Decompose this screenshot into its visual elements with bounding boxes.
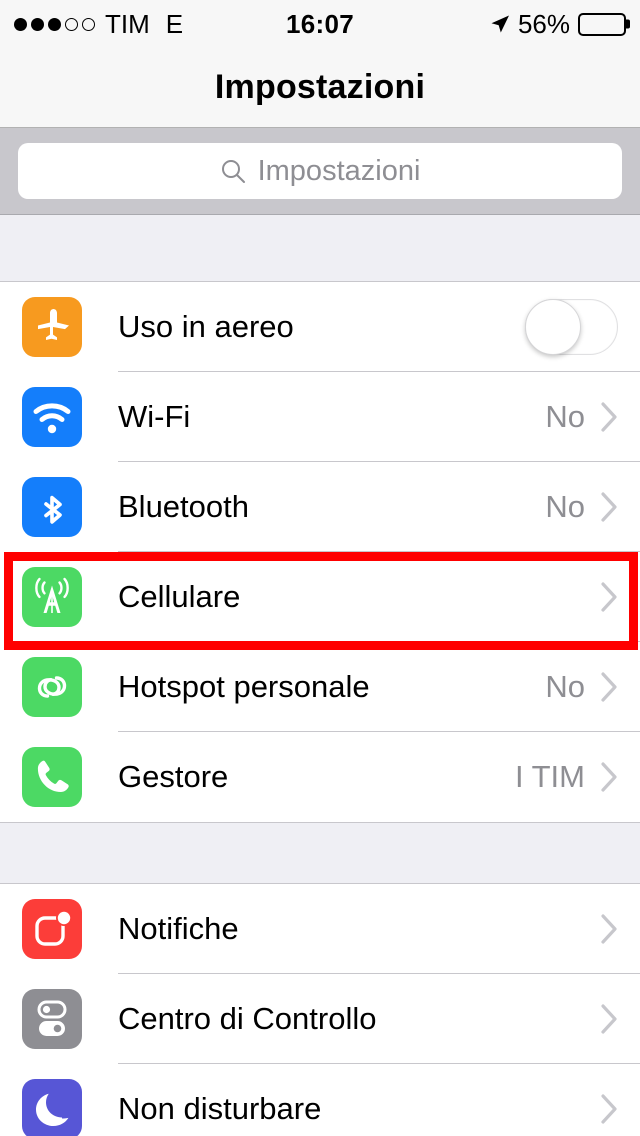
notification-badge-icon (22, 899, 82, 959)
navigation-bar: Impostazioni (0, 48, 640, 128)
chevron-right-icon (601, 672, 618, 702)
settings-row-accessory (601, 582, 618, 612)
settings-screen: TIM E 16:07 56% Impostazioni Impostazion… (0, 0, 640, 1136)
location-arrow-icon (490, 14, 510, 34)
settings-row-gestore[interactable]: Gestore I TIM (0, 732, 640, 822)
airplane-mode-toggle[interactable] (525, 299, 618, 355)
settings-row-label: Cellulare (118, 579, 240, 615)
settings-row-accessory: No (545, 489, 618, 525)
chevron-right-icon (601, 1094, 618, 1124)
settings-row-label: Centro di Controllo (118, 1001, 376, 1037)
settings-row-label: Non disturbare (118, 1091, 321, 1127)
settings-row-label: Gestore (118, 759, 228, 795)
section-gap-top (0, 215, 640, 282)
settings-row-label: Notifiche (118, 911, 239, 947)
settings-row-label: Hotspot personale (118, 669, 370, 705)
chevron-right-icon (601, 914, 618, 944)
settings-row-accessory: No (545, 669, 618, 705)
settings-row-non-disturbare[interactable]: Non disturbare (0, 1064, 640, 1136)
battery-icon (578, 13, 626, 36)
chevron-right-icon (601, 402, 618, 432)
signal-strength-dots (14, 18, 95, 31)
settings-row-accessory (601, 1004, 618, 1034)
chevron-right-icon (601, 492, 618, 522)
settings-row-accessory (601, 1094, 618, 1124)
settings-row-notifiche[interactable]: Notifiche (0, 884, 640, 974)
settings-row-centro-di-controllo[interactable]: Centro di Controllo (0, 974, 640, 1064)
settings-row-value: I TIM (515, 759, 585, 795)
toggle-knob (525, 299, 581, 355)
status-bar: TIM E 16:07 56% (0, 0, 640, 48)
settings-row-accessory (525, 299, 618, 355)
settings-row-accessory: No (545, 399, 618, 435)
settings-row-bluetooth[interactable]: Bluetooth No (0, 462, 640, 552)
chevron-right-icon (601, 1004, 618, 1034)
page-title: Impostazioni (215, 68, 425, 107)
settings-row-value: No (545, 669, 585, 705)
moon-icon (22, 1079, 82, 1136)
settings-row-wi-fi[interactable]: Wi-Fi No (0, 372, 640, 462)
settings-row-label: Wi-Fi (118, 399, 190, 435)
section-gap-middle (0, 822, 640, 884)
cell-tower-icon (22, 567, 82, 627)
search-input[interactable]: Impostazioni (18, 143, 622, 199)
settings-row-value: No (545, 399, 585, 435)
network-type: E (166, 9, 183, 40)
phone-icon (22, 747, 82, 807)
search-placeholder: Impostazioni (258, 155, 421, 188)
settings-row-accessory: I TIM (515, 759, 618, 795)
chevron-right-icon (601, 762, 618, 792)
settings-group-notifications: Notifiche Centro di Controllo Non disturba… (0, 884, 640, 1136)
settings-row-label: Uso in aereo (118, 309, 294, 345)
chevron-right-icon (601, 582, 618, 612)
settings-row-hotspot-personale[interactable]: Hotspot personale No (0, 642, 640, 732)
search-bar-container: Impostazioni (0, 128, 640, 215)
bluetooth-icon (22, 477, 82, 537)
settings-row-label: Bluetooth (118, 489, 249, 525)
status-bar-left: TIM E (14, 9, 320, 40)
airplane-icon (22, 297, 82, 357)
wifi-icon (22, 387, 82, 447)
settings-group-connectivity: Uso in aereo Wi-Fi No Bluetooth No Cellulare H… (0, 282, 640, 822)
control-center-icon (22, 989, 82, 1049)
search-icon (220, 158, 246, 184)
hotspot-link-icon (22, 657, 82, 717)
settings-row-uso-in-aereo[interactable]: Uso in aereo (0, 282, 640, 372)
settings-row-accessory (601, 914, 618, 944)
status-bar-right: 56% (320, 9, 626, 40)
carrier-name: TIM (105, 9, 150, 40)
settings-row-cellulare[interactable]: Cellulare (0, 552, 640, 642)
settings-row-value: No (545, 489, 585, 525)
battery-percent-label: 56% (518, 9, 570, 40)
